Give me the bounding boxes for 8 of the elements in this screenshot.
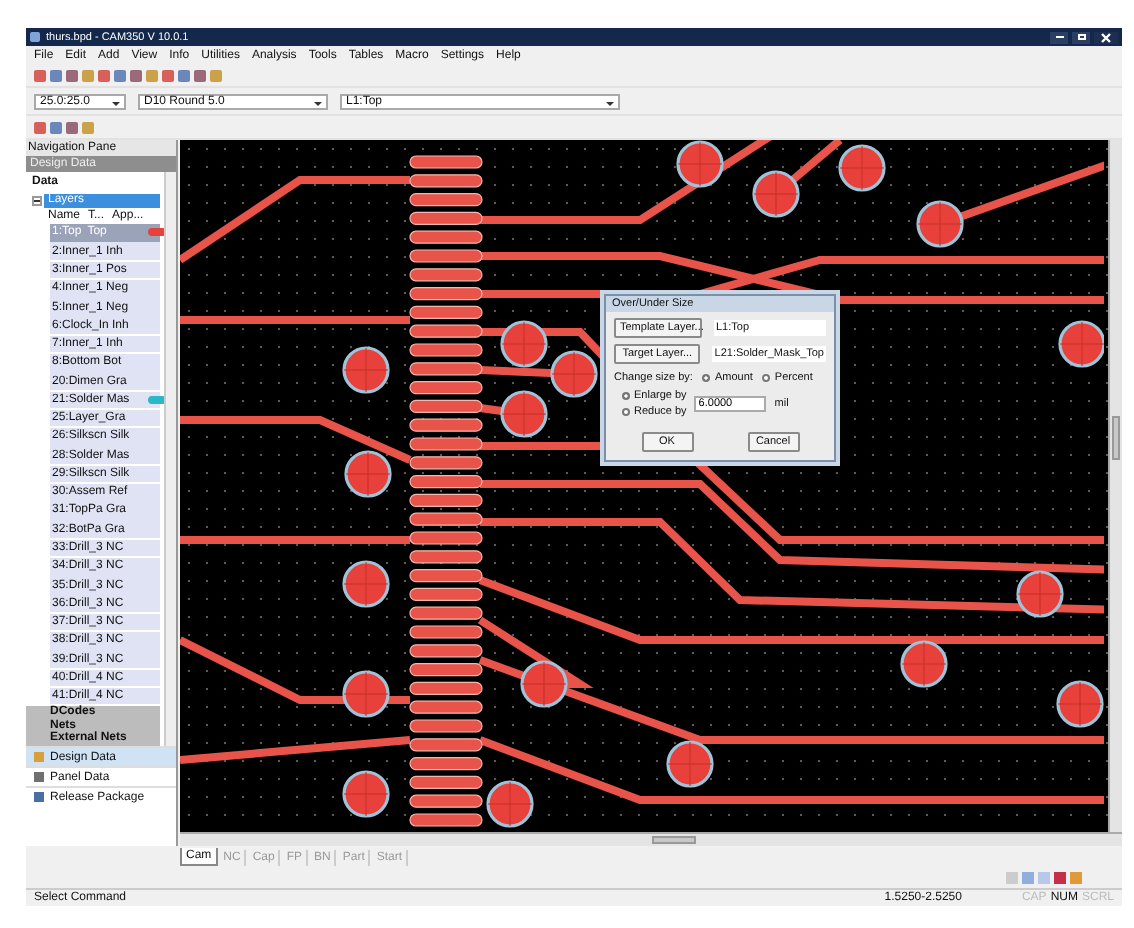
minimize-icon[interactable]	[1050, 31, 1068, 43]
close-icon[interactable]	[1094, 31, 1118, 43]
scrollbar[interactable]	[1108, 140, 1122, 832]
collapse-icon[interactable]	[32, 195, 42, 206]
scrollbar[interactable]	[180, 832, 1122, 846]
scrollbar[interactable]	[164, 172, 176, 746]
app-icon	[30, 32, 40, 42]
maximize-icon[interactable]	[1072, 31, 1090, 43]
